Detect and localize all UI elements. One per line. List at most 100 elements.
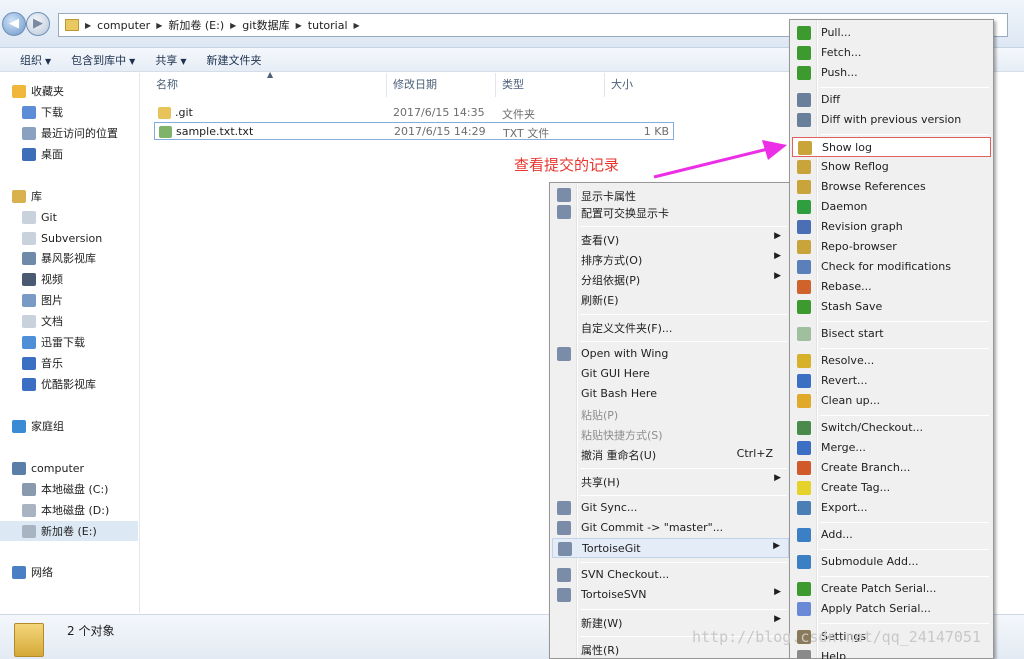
menu-item[interactable]: Apply Patch Serial... [792,599,991,619]
menu-item[interactable]: 刷新(E) [552,289,789,309]
file-row[interactable]: sample.txt.txt 2017/6/15 14:29 TXT 文件 1 KB [154,122,674,140]
menu-item[interactable]: Switch/Checkout... [792,418,991,438]
menu-item[interactable]: Show Reflog [792,157,991,177]
menu-item[interactable]: Resolve... [792,351,991,371]
breadcrumb-chevron-icon[interactable]: ▶ [230,21,236,30]
menu-item[interactable]: Submodule Add... [792,552,991,572]
menu-item[interactable]: Help [792,647,991,659]
menu-item[interactable]: 粘贴快捷方式(S) [552,424,789,444]
menu-item[interactable]: Create Branch... [792,458,991,478]
breadcrumb-chevron-icon[interactable]: ▶ [354,21,360,30]
menu-item[interactable]: Daemon [792,197,991,217]
menu-separator [820,134,989,135]
breadcrumb-item[interactable]: tutorial [308,19,348,32]
nav-item-library[interactable]: Git [0,207,57,227]
back-arrow-icon[interactable]: ◀ [2,12,26,36]
nav-item-network[interactable]: 网络 [0,562,53,582]
nav-item-library[interactable]: 图片 [0,290,63,310]
nav-item-computer[interactable]: computer [0,458,84,478]
breadcrumb-chevron-icon[interactable]: ▶ [156,21,162,30]
folder-icon [65,19,79,31]
toolbar-button[interactable]: 新建文件夹 [196,52,271,68]
menu-item[interactable]: Git GUI Here [552,364,789,384]
menu-item[interactable]: Merge... [792,438,991,458]
menu-item[interactable]: Create Patch Serial... [792,579,991,599]
menu-item[interactable]: Bisect start [792,324,991,344]
menu-item[interactable]: Clean up... [792,391,991,411]
nav-item-drive[interactable]: 本地磁盘 (D:) [0,500,109,520]
breadcrumb-chevron-icon[interactable]: ▶ [296,21,302,30]
menu-item[interactable]: Git Bash Here [552,384,789,404]
menu-item[interactable]: Diff [792,90,991,110]
nav-item-favorite[interactable]: 下载 [0,102,63,122]
toolbar-button[interactable]: 包含到库中 ▼ [61,52,145,68]
menu-item[interactable]: Push... [792,63,991,83]
nav-item-homegroup[interactable]: 家庭组 [0,416,64,436]
menu-item[interactable]: Git Sync... [552,498,789,518]
column-divider[interactable] [604,73,605,97]
breadcrumb-chevron-icon[interactable]: ▶ [85,21,91,30]
nav-item-library[interactable]: 优酷影视库 [0,374,96,394]
menu-item-label: Apply Patch Serial... [821,602,931,615]
menu-item[interactable]: Revert... [792,371,991,391]
menu-item[interactable]: Git Commit -> "master"... [552,518,789,538]
breadcrumb-item[interactable]: computer [97,19,150,32]
menu-item[interactable]: 分组依据(P) ▶ [552,269,789,289]
nav-item-favorites[interactable]: 收藏夹 [0,81,64,101]
menu-item[interactable]: TortoiseSVN ▶ [552,585,789,605]
nav-item-favorite[interactable]: 桌面 [0,144,63,164]
menu-item[interactable]: Fetch... [792,43,991,63]
menu-item[interactable]: Pull... [792,23,991,43]
folder-icon [158,107,171,119]
forward-arrow-icon[interactable]: ▶ [26,12,50,36]
merge-icon [797,441,811,455]
menu-item[interactable]: Show log [792,137,991,157]
toolbar-button[interactable]: 共享 ▼ [145,52,196,68]
menu-item[interactable]: Add... [792,525,991,545]
nav-item-favorite[interactable]: 最近访问的位置 [0,123,118,143]
column-header-type[interactable]: 类型 [502,76,524,94]
column-header-name[interactable]: 名称 [156,76,178,94]
nav-item-libraries[interactable]: 库 [0,186,42,206]
menu-item[interactable]: 撤消 重命名(U) Ctrl+Z [552,444,789,464]
column-divider[interactable] [495,73,496,97]
nav-item-drive[interactable]: 本地磁盘 (C:) [0,479,108,499]
column-divider[interactable] [386,73,387,97]
menu-item[interactable]: Stash Save [792,297,991,317]
menu-item[interactable]: 排序方式(O) ▶ [552,249,789,269]
nav-item-library[interactable]: 暴风影视库 [0,248,96,268]
menu-item[interactable]: Browse References [792,177,991,197]
submenu-arrow-icon: ▶ [774,251,781,261]
menu-item-label: Git Bash Here [581,387,657,400]
menu-item[interactable]: 共享(H) ▶ [552,471,789,491]
menu-item[interactable]: Revision graph [792,217,991,237]
menu-item[interactable]: Rebase... [792,277,991,297]
column-header-date[interactable]: 修改日期 [393,76,437,94]
breadcrumb-item[interactable]: git数据库 [242,17,289,33]
nav-item-library[interactable]: Subversion [0,228,102,248]
breadcrumb-item[interactable]: 新加卷 (E:) [168,17,224,33]
file-row[interactable]: .git 2017/6/15 14:35 文件夹 [154,104,674,122]
menu-item[interactable]: Create Tag... [792,478,991,498]
nav-item-drive[interactable]: 新加卷 (E:) [0,521,138,541]
menu-item[interactable]: 查看(V) ▶ [552,229,789,249]
toolbar-button[interactable]: 组织 ▼ [10,52,61,68]
menu-item[interactable]: Export... [792,498,991,518]
menu-item[interactable]: Open with Wing [552,344,789,364]
nav-item-library[interactable]: 音乐 [0,353,63,373]
dropdown-caret-icon: ▼ [45,56,52,66]
menu-item-label: Browse References [821,180,926,193]
menu-item[interactable]: Check for modifications [792,257,991,277]
menu-item-label: Add... [821,528,853,541]
menu-item[interactable]: 配置可交换显示卡 [552,202,789,222]
menu-item[interactable]: 自定义文件夹(F)... [552,317,789,337]
menu-item[interactable]: Diff with previous version [792,110,991,130]
menu-item[interactable]: 粘贴(P) [552,404,789,424]
menu-item[interactable]: SVN Checkout... [552,565,789,585]
nav-item-library[interactable]: 视频 [0,269,63,289]
menu-item[interactable]: TortoiseGit ▶ [552,538,789,558]
menu-item[interactable]: Repo-browser [792,237,991,257]
nav-item-library[interactable]: 文档 [0,311,63,331]
column-header-size[interactable]: 大小 [611,76,633,94]
nav-item-library[interactable]: 迅雷下载 [0,332,85,352]
